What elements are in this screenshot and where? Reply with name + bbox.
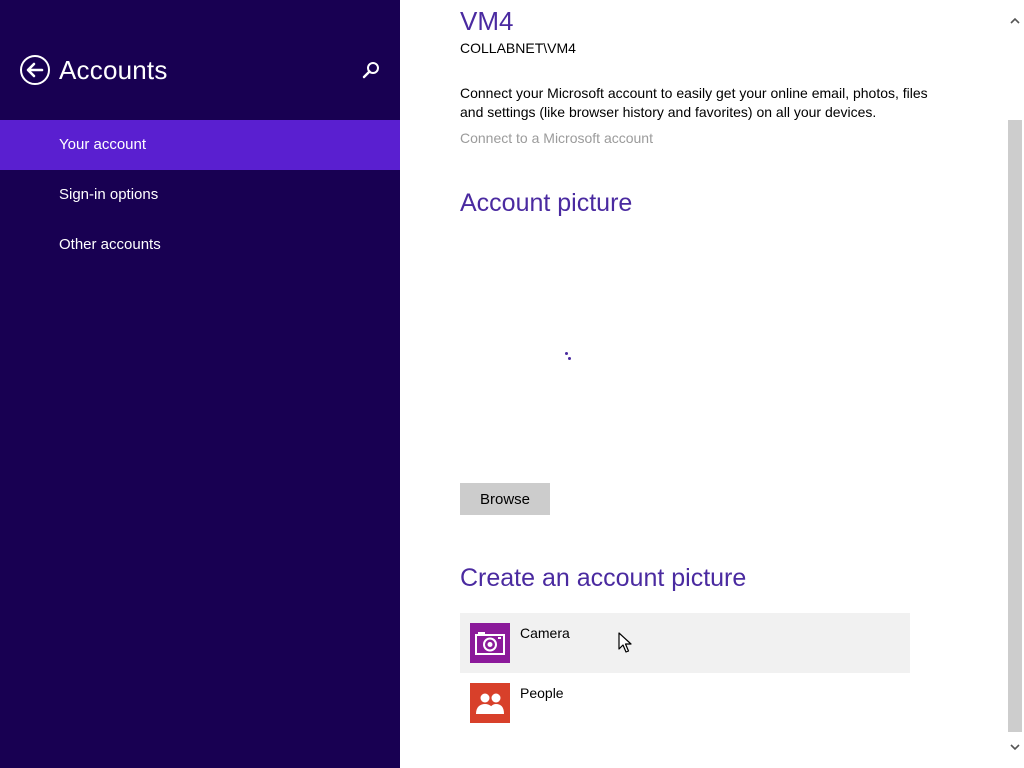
people-label: People: [520, 685, 564, 701]
content-pane: VM4 COLLABNET\VM4 Connect your Microsoft…: [400, 0, 1006, 768]
nav-item-sign-in-options[interactable]: Sign-in options: [0, 170, 400, 220]
people-app-item[interactable]: People: [460, 673, 910, 733]
settings-nav-pane: Accounts Your account Sign-in options Ot…: [0, 0, 400, 768]
camera-app-item[interactable]: Camera: [460, 613, 910, 673]
chevron-down-icon: [1010, 744, 1020, 751]
nav-item-your-account[interactable]: Your account: [0, 120, 400, 170]
nav-item-other-accounts[interactable]: Other accounts: [0, 220, 400, 270]
account-picture-heading: Account picture: [460, 189, 633, 217]
connect-microsoft-account-link[interactable]: Connect to a Microsoft account: [460, 130, 653, 146]
page-title: Accounts: [59, 55, 168, 85]
people-icon: [476, 693, 504, 714]
camera-tile: [470, 623, 510, 663]
scroll-up-button[interactable]: [1006, 12, 1024, 30]
account-picture: [460, 240, 690, 470]
back-arrow-icon: [20, 55, 50, 85]
user-name: VM4: [460, 6, 514, 36]
search-button[interactable]: [358, 58, 384, 84]
people-tile: [470, 683, 510, 723]
search-icon: [362, 62, 379, 79]
browse-button[interactable]: Browse: [460, 483, 550, 515]
back-button[interactable]: [19, 54, 51, 86]
create-account-picture-heading: Create an account picture: [460, 564, 747, 592]
vertical-scrollbar[interactable]: [1006, 0, 1024, 768]
scroll-down-button[interactable]: [1006, 738, 1024, 756]
settings-nav: Your account Sign-in options Other accou…: [0, 120, 400, 270]
scroll-thumb[interactable]: [1008, 120, 1022, 732]
camera-icon: [475, 632, 505, 655]
pane-header: Accounts: [0, 0, 400, 120]
chevron-up-icon: [1010, 17, 1020, 24]
camera-label: Camera: [520, 625, 570, 641]
user-domain: COLLABNET\VM4: [460, 40, 576, 56]
connect-description: Connect your Microsoft account to easily…: [460, 85, 928, 120]
